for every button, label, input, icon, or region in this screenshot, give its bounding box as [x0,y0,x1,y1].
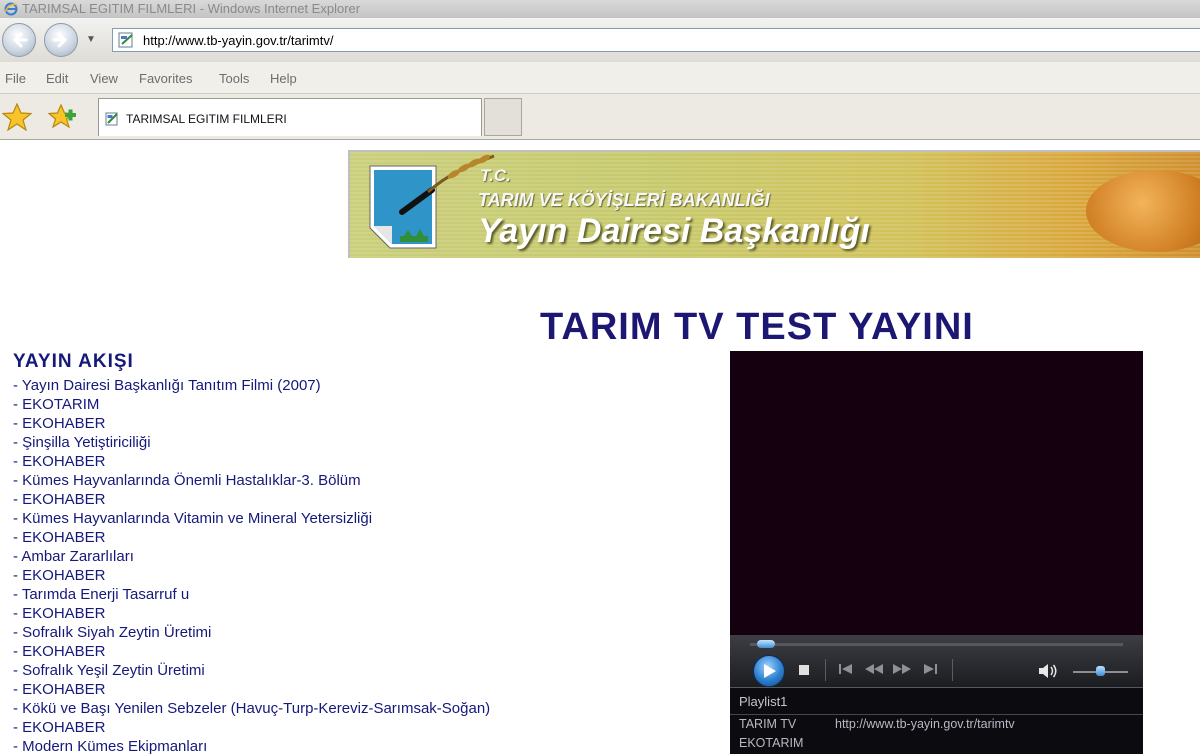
favorites-star-icon[interactable] [2,103,32,131]
schedule-item[interactable]: - EKOTARIM [13,395,490,414]
internet-explorer-icon [4,2,18,16]
menu-edit[interactable]: Edit [46,71,68,86]
recent-pages-dropdown-icon[interactable]: ▼ [86,34,96,45]
playlist-item[interactable]: EKOTARIM [739,736,803,750]
back-button[interactable] [2,23,36,57]
schedule-item[interactable]: - EKOHABER [13,490,490,509]
menu-view[interactable]: View [90,71,118,86]
window-titlebar: TARIMSAL EGITIM FILMLERI - Windows Inter… [0,0,1200,18]
playlist-name: Playlist1 [739,694,788,709]
stop-button[interactable] [799,665,809,675]
schedule-item[interactable]: - Kümes Hayvanlarında Önemli Hastalıklar… [13,471,490,490]
ministry-banner: T.C. TARIM VE KÖYİŞLERİ BAKANLIĞI Yayın … [348,150,1200,258]
arrow-left-icon [13,32,28,48]
schedule-item[interactable]: - EKOHABER [13,452,490,471]
play-icon [764,664,776,678]
playlist-item-title: TARIM TV [739,717,797,731]
page-icon [105,112,118,126]
previous-track-icon[interactable] [838,662,854,676]
volume-icon[interactable] [1037,662,1059,680]
schedule-item[interactable]: - EKOHABER [13,718,490,737]
banner-tc: T.C. [480,166,511,185]
schedule-item[interactable]: - Ambar Zararlıları [13,547,490,566]
playlist-panel: Playlist1 TARIM TV http://www.tb-yayin.g… [730,687,1143,754]
schedule-item[interactable]: - Kümes Hayvanlarında Vitamin ve Mineral… [13,509,490,528]
playlist-item-title: EKOTARIM [739,736,804,750]
playlist-item[interactable]: TARIM TV http://www.tb-yayin.gov.tr/tari… [739,717,1015,731]
tab-tarimsal-egitim-filmleri[interactable]: TARIMSAL EGITIM FILMLERI [98,98,482,136]
menu-file[interactable]: File [5,71,26,86]
schedule-item[interactable]: - EKOHABER [13,604,490,623]
menu-bar: File Edit View Favorites Tools Help [0,62,1200,94]
menu-favorites[interactable]: Favorites [139,71,192,86]
menu-tools[interactable]: Tools [219,71,249,86]
schedule-item[interactable]: - EKOHABER [13,414,490,433]
page-title: TARIM TV TEST YAYINI [540,306,974,348]
favorites-bar: TARIMSAL EGITIM FILMLERI [0,94,1200,140]
schedule-item[interactable]: - EKOHABER [13,566,490,585]
media-player: Playlist1 TARIM TV http://www.tb-yayin.g… [730,351,1143,754]
player-controls [730,635,1143,687]
banner-ministry-name: TARIM VE KÖYİŞLERİ BAKANLIĞI [478,190,770,210]
new-tab-button[interactable] [484,98,522,136]
schedule-item[interactable]: - Yayın Dairesi Başkanlığı Tanıtım Filmi… [13,376,490,395]
arrow-right-icon [52,32,67,48]
page-icon [118,32,133,48]
address-url[interactable]: http://www.tb-yayin.gov.tr/tarimtv/ [143,33,333,48]
rewind-icon[interactable] [864,662,884,676]
schedule-item[interactable]: - EKOHABER [13,642,490,661]
navigation-bar: ▼ http://www.tb-yayin.gov.tr/tarimtv/ [0,18,1200,62]
schedule-title: YAYIN AKIŞI [13,351,134,372]
seek-bar[interactable] [750,643,1123,646]
next-track-icon[interactable] [922,662,938,676]
address-bar[interactable]: http://www.tb-yayin.gov.tr/tarimtv/ [112,28,1200,52]
volume-thumb[interactable] [1096,666,1105,676]
play-button[interactable] [753,655,785,687]
schedule-item[interactable]: - EKOHABER [13,680,490,699]
schedule-item[interactable]: - Sofralık Yeşil Zeytin Üretimi [13,661,490,680]
schedule-item[interactable]: - Sofralık Siyah Zeytin Üretimi [13,623,490,642]
window-title: TARIMSAL EGITIM FILMLERI - Windows Inter… [22,1,361,16]
video-screen[interactable] [730,351,1143,635]
schedule-item[interactable]: - Şinşilla Yetiştiriciliği [13,433,490,452]
playlist-item-url: http://www.tb-yayin.gov.tr/tarimtv [835,717,1015,731]
tab-label: TARIMSAL EGITIM FILMLERI [126,112,287,126]
schedule-item[interactable]: - Modern Kümes Ekipmanları [13,737,490,756]
add-to-favorites-icon[interactable] [48,102,78,132]
seek-thumb[interactable] [757,640,776,648]
forward-button[interactable] [44,23,78,57]
menu-help[interactable]: Help [270,71,297,86]
banner-department-name: Yayın Dairesi Başkanlığı [478,212,870,250]
schedule-list: - Yayın Dairesi Başkanlığı Tanıtım Filmi… [13,376,490,756]
schedule-item[interactable]: - Tarımda Enerji Tasarruf u [13,585,490,604]
schedule-item[interactable]: - Kökü ve Başı Yenilen Sebzeler (Havuç-T… [13,699,490,718]
fast-forward-icon[interactable] [892,662,912,676]
schedule-item[interactable]: - EKOHABER [13,528,490,547]
